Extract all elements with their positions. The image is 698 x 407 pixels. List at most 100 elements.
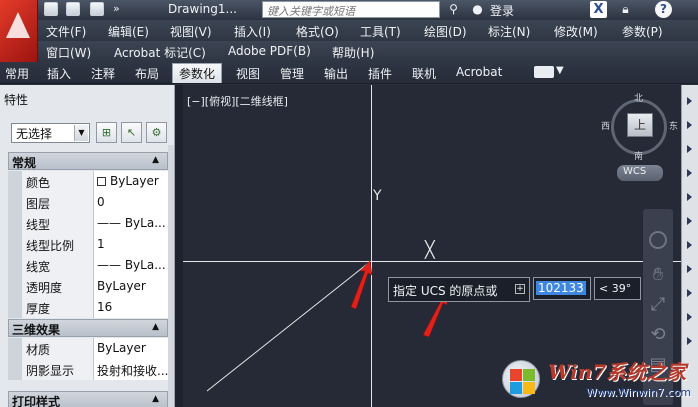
tab-online[interactable]: 联机 — [412, 65, 436, 82]
expand-arrow-icon[interactable] — [687, 169, 692, 177]
collapse-icon[interactable]: ▲ — [152, 394, 159, 404]
section-print-label: 打印样式 — [12, 395, 61, 407]
tab-home[interactable]: 常用 — [5, 65, 29, 82]
property-value[interactable]: —— ByLa... — [94, 255, 168, 276]
expand-arrow-icon[interactable] — [687, 193, 692, 201]
menu-adobe-pdf[interactable]: Adobe PDF(B) — [228, 44, 311, 58]
save-icon[interactable] — [90, 2, 104, 16]
expand-arrow-icon[interactable] — [687, 121, 692, 129]
expand-arrow-icon[interactable] — [687, 145, 692, 153]
property-value[interactable]: 0 — [94, 192, 168, 213]
tab-annotate[interactable]: 注释 — [91, 65, 115, 82]
binoculars-icon[interactable]: ⚲ — [446, 2, 461, 17]
compass-east[interactable]: 东 — [669, 119, 678, 132]
palette-splitter[interactable] — [175, 85, 183, 407]
collapse-icon[interactable]: ▲ — [152, 322, 159, 332]
menu-window[interactable]: 窗口(W) — [46, 44, 91, 61]
tab-manage[interactable]: 管理 — [280, 65, 304, 82]
tab-layout[interactable]: 布局 — [135, 65, 159, 82]
property-row[interactable]: 透明度 ByLayer — [8, 276, 168, 297]
tab-acrobat[interactable]: Acrobat — [456, 65, 502, 79]
selection-dropdown[interactable]: 无选择 ▼ — [11, 123, 90, 143]
expand-arrow-icon[interactable] — [687, 217, 692, 225]
menu-help[interactable]: 帮助(H) — [332, 44, 374, 61]
section-general[interactable]: 常规 ▲ — [8, 152, 168, 170]
compass-west[interactable]: 西 — [601, 119, 610, 132]
expand-arrow-icon[interactable] — [687, 289, 692, 297]
coordinate-input[interactable]: 102133 — [533, 277, 591, 300]
property-value[interactable]: 16 — [94, 297, 168, 318]
wcs-menu-button[interactable]: WCS — [617, 165, 663, 181]
property-value[interactable]: ByLayer — [94, 338, 168, 359]
prompt-text: 指定 UCS 的原点或 — [393, 284, 498, 298]
pan-hand-icon[interactable]: ✋︎ — [648, 265, 668, 285]
section-3d-effects[interactable]: 三维效果 ▲ — [8, 319, 168, 337]
select-objects-icon[interactable]: ↖ — [121, 122, 142, 143]
ribbon-tab-bar: 常用 插入 注释 布局 参数化 视图 管理 输出 插件 联机 Acrobat ▼ — [0, 62, 698, 84]
property-value[interactable]: 1 — [94, 234, 168, 255]
property-row[interactable]: 线型比例 1 — [8, 234, 168, 255]
tab-output[interactable]: 输出 — [324, 65, 348, 82]
tab-insert[interactable]: 插入 — [47, 65, 71, 82]
property-value[interactable]: —— ByLa... — [94, 213, 168, 234]
expand-arrow-icon[interactable] — [687, 97, 692, 105]
tab-plugins[interactable]: 插件 — [368, 65, 392, 82]
property-row[interactable]: 阴影显示 投射和接收... — [8, 359, 168, 380]
expand-options-icon[interactable]: + — [515, 284, 525, 294]
property-row[interactable]: 线型 —— ByLa... — [8, 213, 168, 234]
zoom-extents-icon[interactable]: ⤢ — [648, 295, 668, 315]
property-value[interactable]: ByLayer — [94, 276, 168, 297]
menu-file[interactable]: 文件(F) — [46, 23, 86, 40]
compass-north[interactable]: 北 — [634, 91, 643, 104]
search-input[interactable]: 键入关键字或短语 — [262, 1, 440, 18]
menu-tools[interactable]: 工具(T) — [360, 23, 401, 40]
section-print-style[interactable]: 打印样式 ▲ — [8, 391, 168, 407]
tab-view[interactable]: 视图 — [236, 65, 260, 82]
menu-draw[interactable]: 绘图(D) — [424, 23, 467, 40]
steering-wheel-icon[interactable] — [649, 231, 667, 249]
property-row[interactable]: 颜色 ByLayer — [8, 171, 168, 192]
application-menu-button[interactable] — [0, 0, 38, 62]
palette-scrollbar[interactable] — [168, 145, 174, 407]
menu-format[interactable]: 格式(O) — [296, 23, 339, 40]
properties-palette: 特性 无选择 ▼ ⊞ ↖ ⚙ 常规 ▲ 颜色 ByLayer 图层 0 线型 —… — [0, 85, 175, 407]
expand-arrow-icon[interactable] — [687, 313, 692, 321]
expand-arrow-icon[interactable] — [687, 337, 692, 345]
chevron-down-icon[interactable]: ▼ — [556, 65, 564, 76]
angle-input[interactable]: < 39° — [594, 277, 641, 300]
orbit-icon[interactable]: ⟲ — [648, 325, 668, 345]
help-icon[interactable]: ? — [655, 1, 672, 18]
property-value[interactable]: 投射和接收... — [94, 359, 168, 380]
lock-icon[interactable]: 🔒︎ — [618, 2, 633, 17]
menu-insert[interactable]: 插入(I) — [234, 23, 271, 40]
menu-parametric[interactable]: 参数(P) — [622, 23, 663, 40]
exchange-x-icon[interactable]: X — [590, 1, 607, 18]
property-row[interactable]: 线宽 —— ByLa... — [8, 255, 168, 276]
menu-acrobat-markup[interactable]: Acrobat 标记(C) — [114, 44, 206, 61]
property-key: 线型比例 — [22, 234, 94, 255]
menu-dimension[interactable]: 标注(N) — [488, 23, 530, 40]
property-row[interactable]: 图层 0 — [8, 192, 168, 213]
viewcube-top-face[interactable]: 上 — [627, 113, 653, 137]
menu-modify[interactable]: 修改(M) — [554, 23, 598, 40]
property-row[interactable]: 材质 ByLayer — [8, 338, 168, 359]
compass-south[interactable]: 南 — [634, 149, 643, 162]
ribbon-minimize-icon[interactable] — [534, 66, 554, 78]
toggle-pickadd-icon[interactable]: ⊞ — [96, 122, 117, 143]
property-row[interactable]: 厚度 16 — [8, 297, 168, 318]
property-value[interactable]: ByLayer — [94, 171, 168, 192]
quick-select-icon[interactable]: ⚙ — [146, 122, 167, 143]
expand-arrow-icon[interactable] — [687, 241, 692, 249]
menu-edit[interactable]: 编辑(E) — [108, 23, 149, 40]
login-button[interactable]: 登录 — [490, 2, 514, 19]
viewcube[interactable]: 北 南 西 东 上 — [601, 91, 678, 163]
new-file-icon[interactable] — [44, 2, 58, 16]
open-folder-icon[interactable] — [66, 2, 80, 16]
tab-parametric[interactable]: 参数化 — [172, 63, 223, 83]
quick-access-more-icon[interactable]: » — [113, 2, 120, 15]
chevron-down-icon[interactable]: ▼ — [74, 125, 88, 141]
expand-arrow-icon[interactable] — [687, 265, 692, 273]
collapse-icon[interactable]: ▲ — [152, 155, 159, 165]
user-icon[interactable]: ● — [470, 2, 485, 17]
menu-view[interactable]: 视图(V) — [170, 23, 212, 40]
